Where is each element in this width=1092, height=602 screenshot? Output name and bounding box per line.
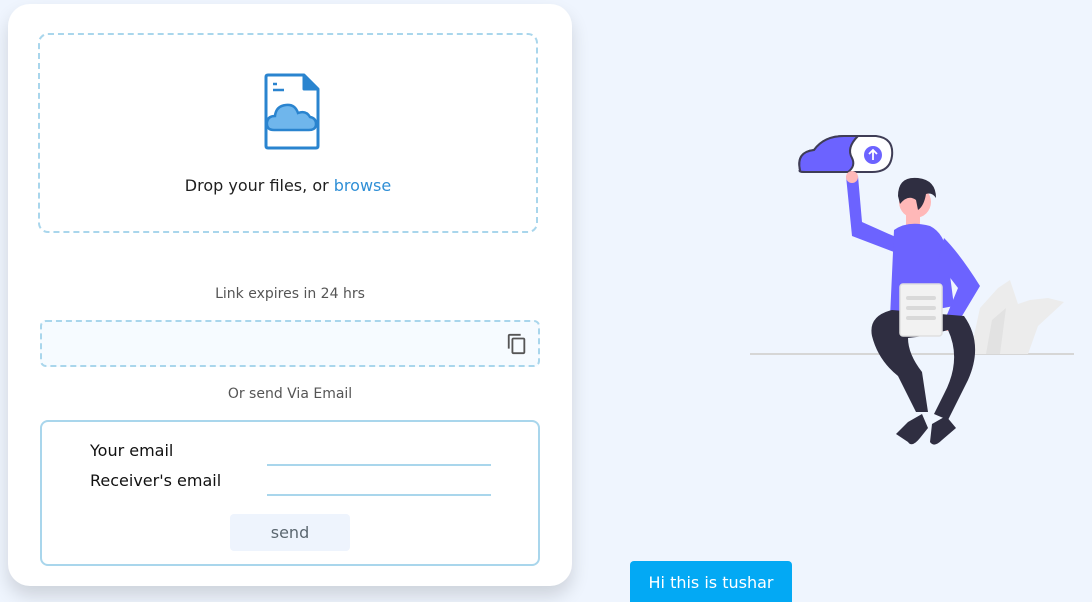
upload-illustration [750, 135, 1074, 445]
send-button[interactable]: send [230, 514, 350, 551]
or-send-via-email-text: Or send Via Email [227, 386, 353, 402]
upload-card: Drop your files, or browse Link expires … [8, 4, 572, 586]
copy-icon[interactable] [506, 333, 528, 355]
share-link-field[interactable] [40, 320, 540, 367]
page: Drop your files, or browse Link expires … [0, 0, 1092, 602]
browse-link[interactable]: browse [334, 176, 391, 195]
receiver-email-input[interactable] [267, 472, 491, 496]
your-email-label: Your email [90, 441, 174, 460]
your-email-input[interactable] [267, 442, 491, 466]
drop-text: Drop your files, or [184, 176, 334, 195]
drop-zone[interactable]: Drop your files, or browse [38, 33, 538, 233]
toast-message: Hi this is tushar [630, 561, 792, 602]
email-form: Your email Receiver's email send [40, 420, 540, 566]
link-expiry-text: Link expires in 24 hrs [215, 286, 365, 302]
cloud-file-icon [264, 73, 320, 150]
drop-instructions: Drop your files, or browse [40, 176, 536, 195]
receiver-email-label: Receiver's email [90, 471, 222, 490]
